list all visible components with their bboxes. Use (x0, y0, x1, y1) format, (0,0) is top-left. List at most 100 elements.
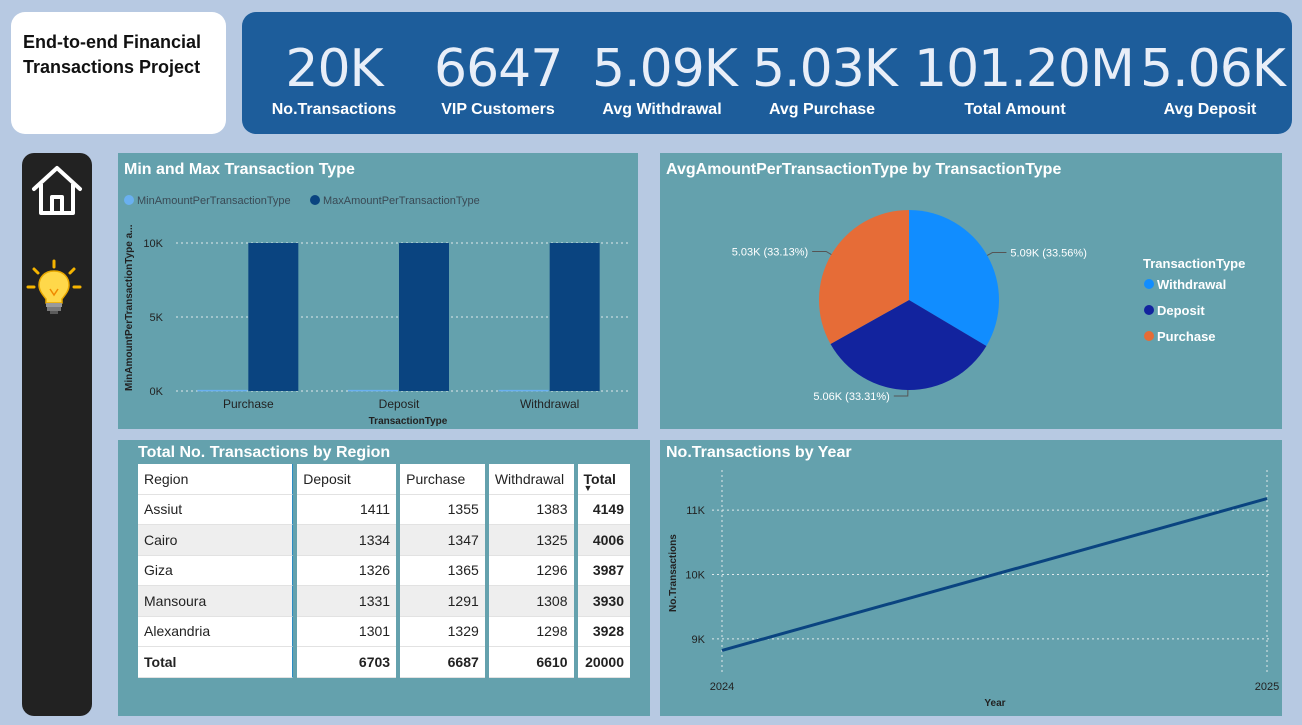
table-row[interactable]: Giza 1326 1365 1296 3987 (138, 555, 630, 586)
table-cell: 3928 (577, 616, 630, 647)
table-cell: 4006 (577, 525, 630, 556)
table-cell: 3987 (577, 555, 630, 586)
table-row[interactable]: Alexandria 1301 1329 1298 3928 (138, 616, 630, 647)
table-cell: 1411 (297, 494, 397, 525)
legend-label-deposit: Deposit (1157, 303, 1205, 318)
lightbulb-icon[interactable] (26, 259, 82, 322)
pie-leader-line (986, 252, 1007, 256)
y-tick-label: 11K (686, 505, 705, 517)
kpi-value: 20K (285, 39, 383, 99)
x-tick-label: Deposit (379, 397, 420, 411)
legend-label-min: MinAmountPerTransactionType (137, 195, 291, 207)
table-cell: Assiut (138, 494, 294, 525)
home-icon[interactable] (30, 163, 84, 222)
table-cell: 6703 (297, 647, 397, 678)
line-chart-panel: No.Transactions by Year No.Transactions … (660, 440, 1282, 716)
table-row[interactable]: Assiut 1411 1355 1383 4149 (138, 494, 630, 525)
pie-data-label: 5.09K (33.56%) (1010, 248, 1086, 260)
bar-max-deposit[interactable] (399, 243, 449, 391)
kpi-label: No.Transactions (271, 101, 397, 118)
legend-marker-min (124, 195, 134, 205)
pie-legend-title: TransactionType (1143, 256, 1245, 271)
legend-marker-withdrawal (1144, 279, 1154, 289)
y-tick-label: 10K (685, 570, 705, 582)
pie-chart-panel: AvgAmountPerTransactionType by Transacti… (660, 153, 1282, 429)
bar-max-purchase[interactable] (248, 243, 299, 391)
kpi-label: Avg Purchase (768, 101, 876, 118)
kpi-card-total-amount: 101.20M Total Amount (914, 40, 1135, 119)
table-cell: 1383 (488, 494, 574, 525)
table-cell: 1298 (488, 616, 574, 647)
y-tick-label: 5K (150, 312, 164, 324)
pie-leader-line (812, 250, 832, 255)
bar-chart-panel: Min and Max Transaction Type MinAmountPe… (118, 153, 638, 429)
pie-data-label: 5.06K (33.31%) (813, 391, 889, 403)
bar-chart: MinAmountPerTransactionType MaxAmountPer… (124, 195, 628, 427)
table-cell: 1291 (400, 586, 485, 617)
legend-marker-deposit (1144, 305, 1154, 315)
table-cell: 3930 (577, 586, 630, 617)
kpi-card-transactions: 20K No.Transactions (270, 40, 398, 119)
bar-min-deposit[interactable] (348, 389, 398, 392)
legend-marker-purchase (1144, 331, 1154, 341)
line-chart: No.Transactions Year 9K 10K 11K 2024 2025 (668, 470, 1279, 709)
x-axis-label: Year (984, 698, 1005, 709)
kpi-label: Total Amount (964, 101, 1066, 118)
table-total-row: Total 6703 6687 6610 20000 (138, 647, 630, 678)
column-header-withdrawal[interactable]: Withdrawal (488, 464, 574, 495)
table-cell: Giza (138, 555, 294, 586)
pie-data-label: 5.03K (33.13%) (732, 246, 808, 258)
table-cell: 4149 (577, 494, 630, 525)
region-table-panel: Total No. Transactions by Region Region … (118, 440, 650, 716)
x-axis-label: TransactionType (369, 416, 448, 427)
legend-label-withdrawal: Withdrawal (1157, 277, 1226, 292)
column-header-deposit[interactable]: Deposit (297, 464, 397, 495)
table-cell: 1296 (488, 555, 574, 586)
table-cell: 1331 (297, 586, 397, 617)
table-cell: 1334 (297, 525, 397, 556)
x-tick-label: Purchase (223, 397, 274, 411)
kpi-card-avg-deposit: 5.06K Avg Deposit (1140, 40, 1286, 119)
kpi-label: Avg Deposit (1163, 101, 1257, 118)
report-title-line2: Transactions Project (23, 57, 201, 77)
table-cell: 1325 (488, 525, 574, 556)
table-row[interactable]: Cairo 1334 1347 1325 4006 (138, 525, 630, 556)
x-tick-label: 2024 (710, 681, 734, 693)
bar-max-withdrawal[interactable] (549, 243, 600, 391)
column-header-region[interactable]: Region (138, 464, 294, 495)
y-tick-label: 10K (143, 238, 163, 250)
table-cell: 1329 (400, 616, 485, 647)
y-tick-label: 9K (692, 634, 706, 646)
region-table: Region Deposit Purchase Withdrawal Total… (138, 464, 630, 678)
kpi-value: 6647 (434, 39, 563, 99)
kpi-bar: 20K No.Transactions 6647 VIP Customers 5… (242, 12, 1292, 134)
table-cell: 1365 (400, 555, 485, 586)
kpi-card-avg-withdrawal: 5.09K Avg Withdrawal (592, 40, 738, 119)
y-tick-label: 0K (150, 386, 164, 398)
bar-min-withdrawal[interactable] (498, 389, 549, 392)
report-title-line1: End-to-end Financial (23, 32, 201, 52)
x-tick-label: 2025 (1255, 681, 1279, 693)
column-header-purchase[interactable]: Purchase (400, 464, 485, 495)
table-cell: 1326 (297, 555, 397, 586)
table-cell: 1347 (400, 525, 485, 556)
pie-leader-line (893, 389, 909, 397)
column-header-total[interactable]: Total ▼ (577, 464, 630, 495)
y-axis-label: MinAmountPerTransactionType a... (124, 224, 135, 391)
table-cell: Total (138, 647, 294, 678)
sidebar (22, 153, 92, 716)
bar-min-purchase[interactable] (197, 389, 248, 392)
kpi-label: VIP Customers (441, 101, 555, 118)
kpi-value: 5.03K (752, 39, 898, 99)
legend-marker-max (310, 195, 320, 205)
legend-label-purchase: Purchase (1157, 329, 1216, 344)
table-row[interactable]: Mansoura 1331 1291 1308 3930 (138, 586, 630, 617)
y-axis-label: No.Transactions (668, 534, 679, 612)
kpi-card-avg-purchase: 5.03K Avg Purchase (752, 39, 898, 119)
sort-desc-icon: ▼ (583, 483, 593, 493)
panel-title: Total No. Transactions by Region (138, 444, 391, 461)
table-cell: 1301 (297, 616, 397, 647)
table-cell: 1308 (488, 586, 574, 617)
table-header-row: Region Deposit Purchase Withdrawal Total… (138, 464, 630, 495)
table-cell: 6610 (488, 647, 574, 678)
